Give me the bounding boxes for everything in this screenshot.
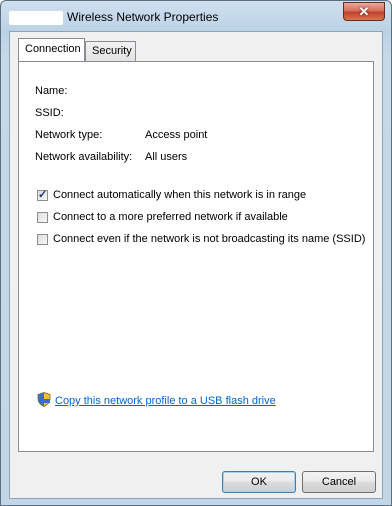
preferred-network-checkbox[interactable] [37, 211, 48, 223]
dialog-client-area: Connection Security Name: SSID: Network … [9, 31, 383, 499]
network-type-value: Access point [145, 129, 208, 141]
close-icon: ✕ [358, 3, 370, 19]
connect-automatically-checkbox[interactable]: ✓ [37, 188, 48, 201]
network-availability-label: Network availability: [35, 151, 133, 163]
option-not-broadcasting[interactable]: Connect even if the network is not broad… [37, 233, 365, 245]
not-broadcasting-checkbox[interactable] [37, 233, 48, 245]
tab-connection[interactable]: Connection [18, 38, 85, 61]
copy-profile-row: Copy this network profile to a USB flash… [37, 392, 276, 410]
redacted-title-prefix [9, 11, 63, 25]
preferred-network-label: Connect to a more preferred network if a… [53, 211, 288, 223]
ssid-label: SSID: [35, 107, 64, 119]
shield-icon [37, 392, 51, 410]
window-title: Wireless Network Properties [67, 10, 219, 24]
copy-profile-link[interactable]: Copy this network profile to a USB flash… [55, 395, 276, 407]
close-button[interactable]: ✕ [343, 2, 385, 21]
name-label: Name: [35, 85, 68, 97]
option-preferred-network[interactable]: Connect to a more preferred network if a… [37, 211, 288, 223]
tab-security-label: Security [92, 45, 132, 57]
cancel-button[interactable]: Cancel [302, 471, 376, 493]
network-type-label: Network type: [35, 129, 103, 141]
tab-connection-label: Connection [25, 43, 81, 55]
connection-panel: Name: SSID: Network type: Access point N… [18, 61, 374, 452]
checkmark-icon: ✓ [38, 188, 48, 201]
properties-window: Wireless Network Properties ✕ Connection… [0, 0, 392, 506]
network-availability-value: All users [145, 151, 188, 163]
connect-automatically-label: Connect automatically when this network … [53, 189, 307, 201]
option-connect-automatically[interactable]: ✓ Connect automatically when this networ… [37, 189, 306, 201]
ok-button[interactable]: OK [222, 471, 296, 493]
not-broadcasting-label: Connect even if the network is not broad… [53, 233, 366, 245]
tab-security[interactable]: Security [85, 41, 136, 61]
